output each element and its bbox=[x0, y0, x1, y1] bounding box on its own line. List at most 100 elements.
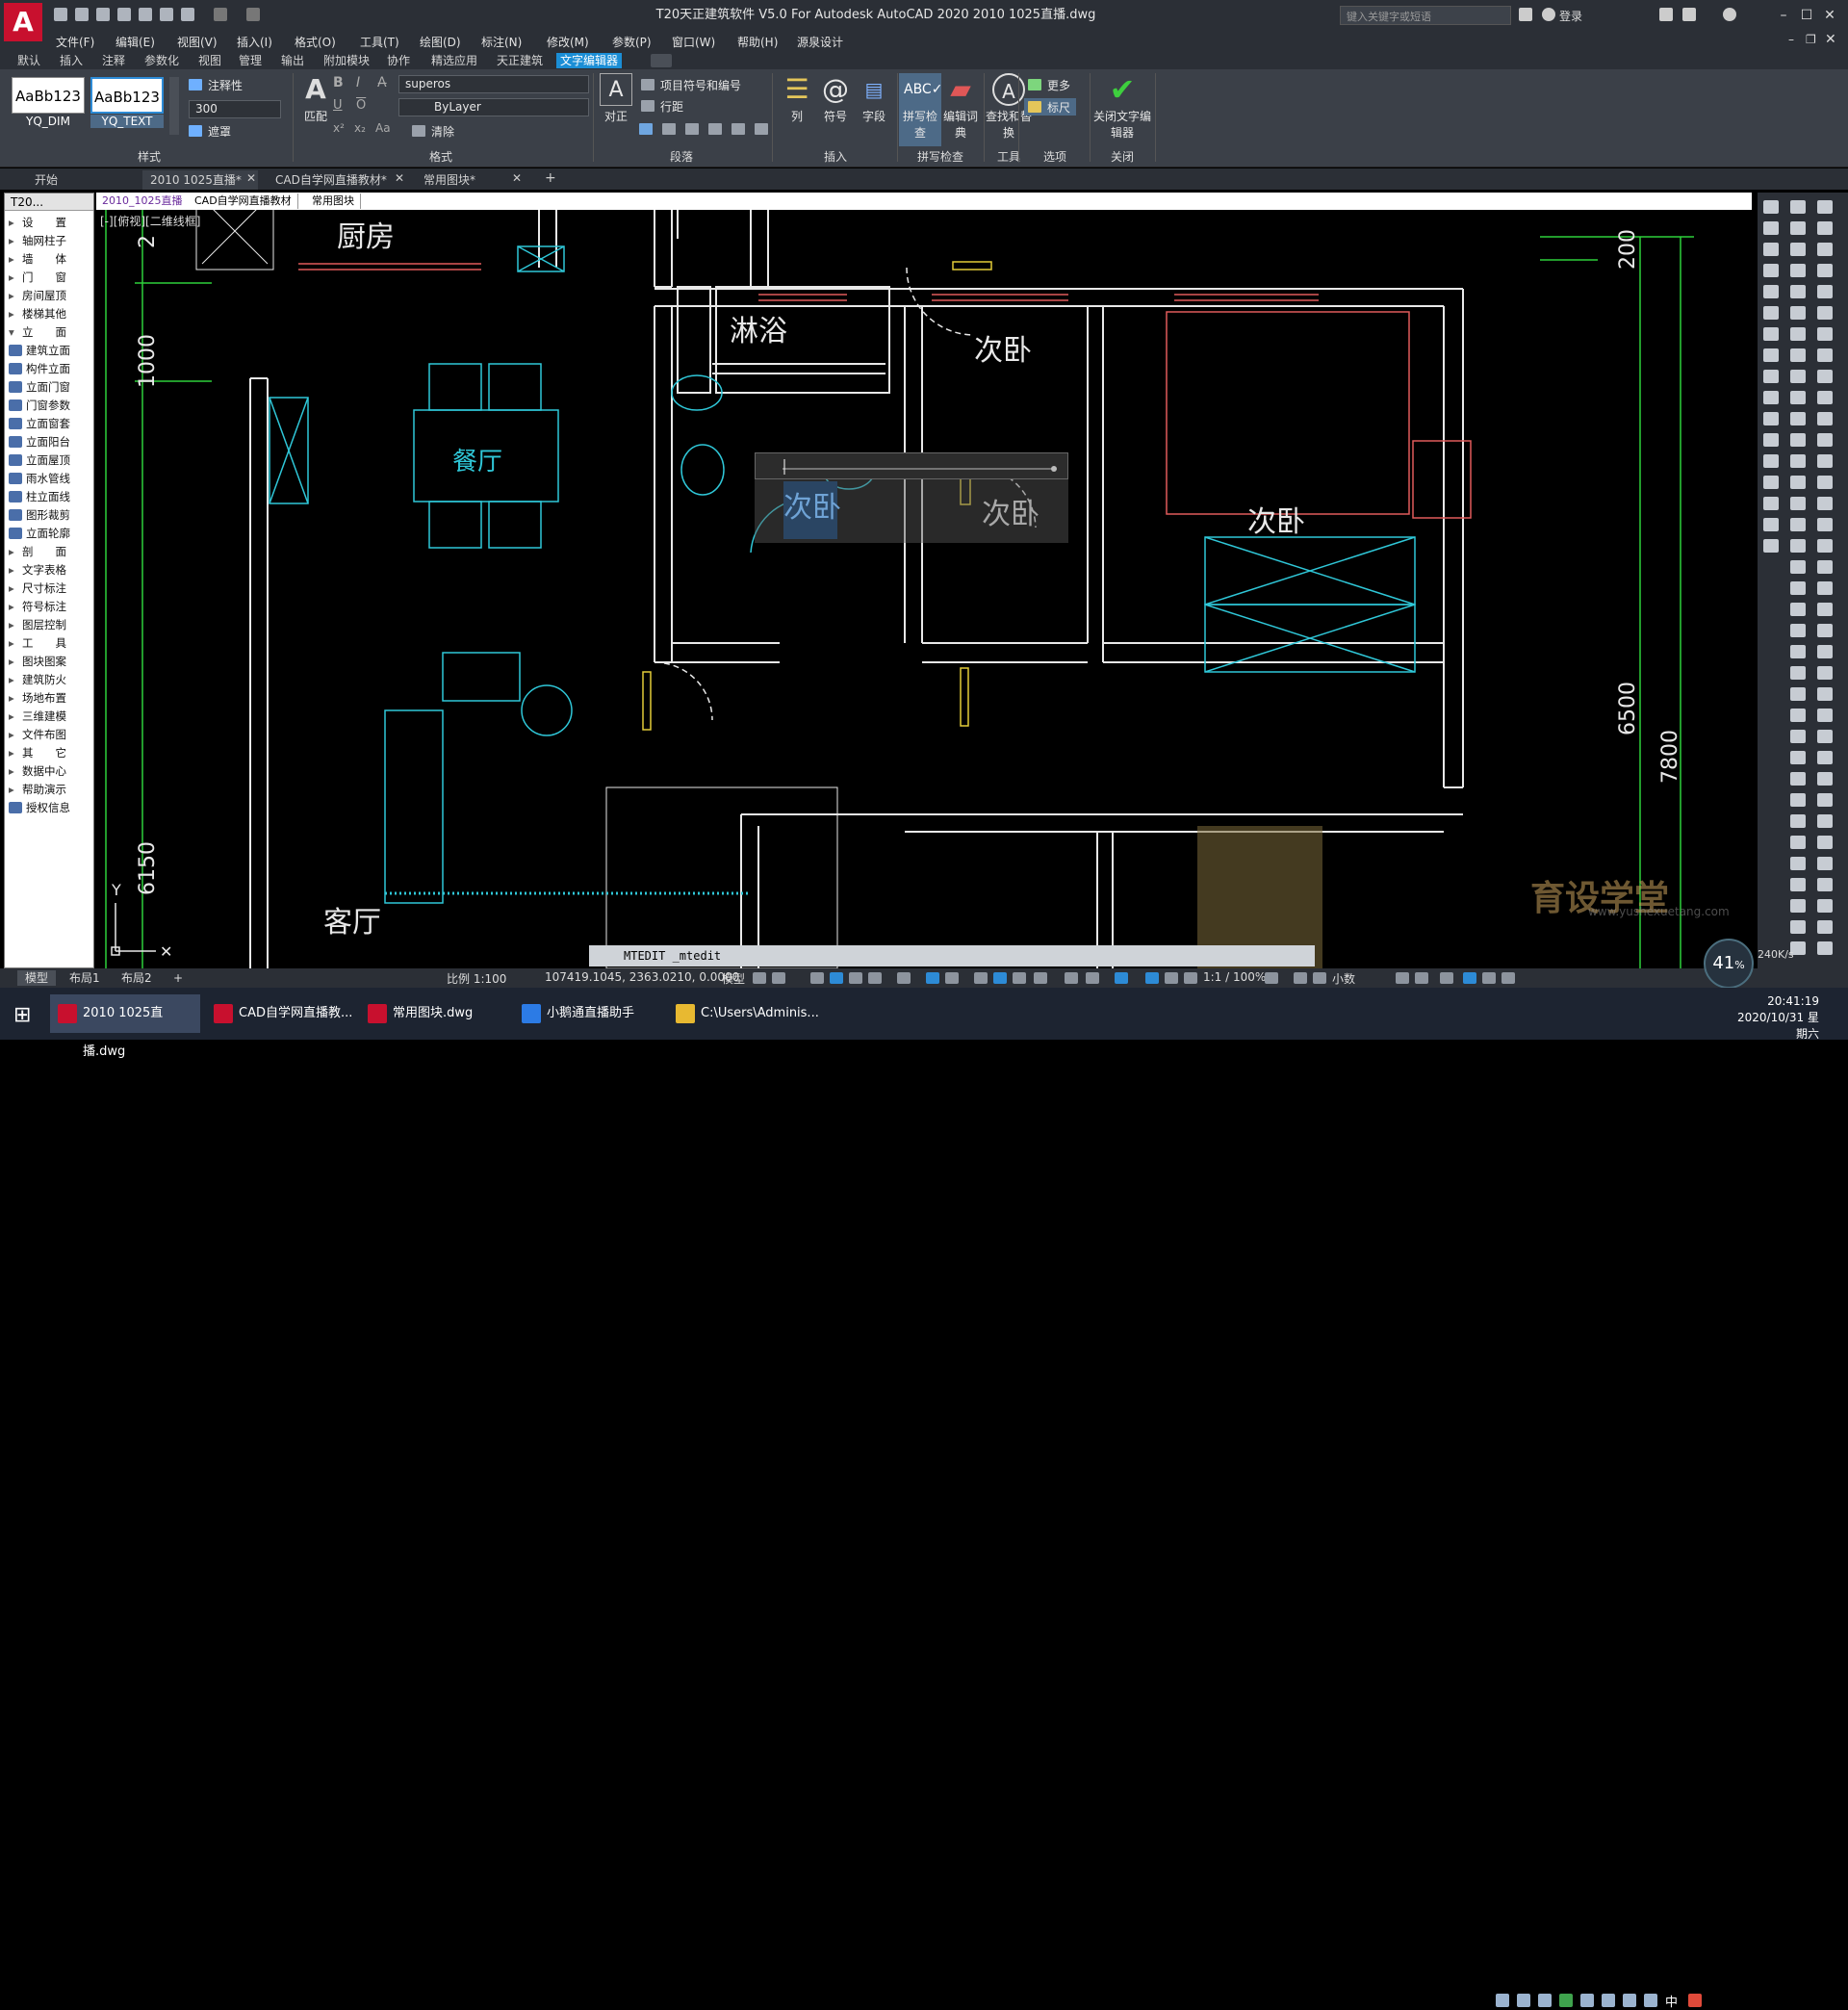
tool-icon[interactable] bbox=[1790, 433, 1806, 447]
palette-item[interactable]: ▸ 三维建模 bbox=[9, 709, 66, 725]
menu-yuanquan[interactable]: 源泉设计 bbox=[797, 34, 843, 50]
a360-icon[interactable] bbox=[1682, 8, 1696, 21]
tray-icon[interactable] bbox=[1496, 1994, 1509, 2007]
close-button[interactable]: ✕ bbox=[1819, 6, 1840, 25]
field-button[interactable]: ▤ 字段 bbox=[853, 73, 895, 146]
tool-icon[interactable] bbox=[1790, 730, 1806, 743]
more-button[interactable]: 更多 bbox=[1047, 77, 1070, 93]
underline-icon[interactable]: U bbox=[333, 98, 343, 113]
palette-item[interactable]: ▸ 符号标注 bbox=[9, 599, 66, 615]
doc-tab-start[interactable]: 开始 bbox=[27, 170, 65, 190]
tool-icon[interactable] bbox=[1763, 327, 1779, 341]
windows-start-icon[interactable]: ⊞ bbox=[13, 1003, 31, 1027]
search-input[interactable]: 键入关键字或短语 bbox=[1340, 6, 1511, 25]
tool-icon[interactable] bbox=[1817, 243, 1833, 256]
tab-collaborate[interactable]: 协作 bbox=[383, 53, 414, 68]
doc-tab-blocks[interactable]: 常用图块* bbox=[416, 170, 483, 190]
tab-layout1[interactable]: 布局1 bbox=[62, 970, 108, 986]
clear-button[interactable]: 清除 bbox=[431, 123, 454, 140]
tool-icon[interactable] bbox=[1790, 285, 1806, 298]
tool-icon[interactable] bbox=[1790, 412, 1806, 425]
tab-view[interactable]: 视图 bbox=[194, 53, 225, 68]
tool-icon[interactable] bbox=[1790, 666, 1806, 680]
tab-annotate[interactable]: 注释 bbox=[98, 53, 129, 68]
mask-button[interactable]: 遮罩 bbox=[208, 123, 231, 140]
tool-icon[interactable] bbox=[1763, 243, 1779, 256]
tool-icon[interactable] bbox=[1790, 539, 1806, 553]
palette-item[interactable]: ▸ 数据中心 bbox=[9, 763, 66, 780]
menu-help[interactable]: 帮助(H) bbox=[737, 34, 778, 50]
tool-icon[interactable] bbox=[1817, 624, 1833, 637]
tool-icon[interactable] bbox=[1790, 751, 1806, 764]
palette-item[interactable]: ▸ 文字表格 bbox=[9, 562, 66, 579]
subscript-icon[interactable]: x₂ bbox=[354, 121, 366, 135]
annotation-monitor-icon[interactable] bbox=[1294, 972, 1307, 984]
sogou-icon[interactable] bbox=[1688, 1994, 1702, 2007]
close-tab-icon[interactable]: ✕ bbox=[395, 171, 404, 185]
tool-icon[interactable] bbox=[1817, 221, 1833, 235]
tool-icon[interactable] bbox=[1817, 539, 1833, 553]
tab-insert[interactable]: 插入 bbox=[56, 53, 87, 68]
palette-item[interactable]: ▸ 工 具 bbox=[9, 635, 66, 652]
tool-icon[interactable] bbox=[1790, 221, 1806, 235]
polar-icon[interactable] bbox=[868, 972, 882, 984]
object-snap-tracking-icon[interactable] bbox=[926, 972, 939, 984]
color-combo[interactable]: ByLayer bbox=[398, 98, 589, 116]
line-spacing-button[interactable]: 行距 bbox=[660, 98, 683, 115]
tab-parametric[interactable]: 参数化 bbox=[141, 53, 183, 68]
undo-icon[interactable] bbox=[214, 8, 227, 21]
palette-item[interactable]: ▸ 图层控制 bbox=[9, 617, 66, 633]
new-tab-icon[interactable]: + bbox=[545, 170, 556, 186]
snap-icon[interactable] bbox=[772, 972, 785, 984]
command-line[interactable]: MTEDIT _mtedit bbox=[589, 945, 1315, 966]
menu-tools[interactable]: 工具(T) bbox=[360, 34, 399, 50]
close-tab-icon[interactable]: ✕ bbox=[512, 171, 522, 185]
print-preview-icon[interactable] bbox=[139, 8, 152, 21]
tool-icon[interactable] bbox=[1790, 348, 1806, 362]
redo-icon[interactable] bbox=[246, 8, 260, 21]
tool-icon[interactable] bbox=[1790, 836, 1806, 849]
security-icon[interactable] bbox=[1517, 1994, 1530, 2007]
tool-icon[interactable] bbox=[1817, 920, 1833, 934]
tool-icon[interactable] bbox=[1763, 518, 1779, 531]
tool-icon[interactable] bbox=[1790, 709, 1806, 722]
style-scroll[interactable] bbox=[169, 77, 179, 135]
tool-icon[interactable] bbox=[1763, 412, 1779, 425]
align-left-icon[interactable] bbox=[639, 123, 653, 135]
nvidia-icon[interactable] bbox=[1559, 1994, 1573, 2007]
tool-icon[interactable] bbox=[1790, 920, 1806, 934]
tool-icon[interactable] bbox=[1817, 327, 1833, 341]
tool-icon[interactable] bbox=[1817, 730, 1833, 743]
tool-icon[interactable] bbox=[1817, 709, 1833, 722]
tool-icon[interactable] bbox=[1763, 370, 1779, 383]
tool-icon[interactable] bbox=[1790, 370, 1806, 383]
print-icon[interactable] bbox=[181, 8, 194, 21]
style-preview-yq-text[interactable]: AaBb123 bbox=[90, 77, 164, 114]
plot-icon[interactable] bbox=[160, 8, 173, 21]
taskbar-item[interactable]: 常用图块.dwg bbox=[360, 994, 508, 1033]
menu-insert[interactable]: 插入(I) bbox=[237, 34, 272, 50]
dynamic-ucs-icon[interactable] bbox=[1065, 972, 1078, 984]
palette-item[interactable]: 立面门窗 bbox=[9, 379, 70, 396]
palette-item[interactable]: ▸ 场地布置 bbox=[9, 690, 66, 707]
tool-icon[interactable] bbox=[1790, 793, 1806, 807]
overline-icon[interactable]: O bbox=[356, 98, 366, 113]
tab-featured-apps[interactable]: 精选应用 bbox=[427, 53, 481, 68]
menu-format[interactable]: 格式(O) bbox=[295, 34, 336, 50]
palette-item[interactable]: ▸ 图块图案 bbox=[9, 654, 66, 670]
quick-properties-icon[interactable] bbox=[1396, 972, 1409, 984]
new-icon[interactable] bbox=[54, 8, 67, 21]
style-preview-yq-dim[interactable]: AaBb123 bbox=[12, 77, 85, 114]
scale-display[interactable]: 比例 1:100 bbox=[447, 970, 506, 987]
tool-icon[interactable] bbox=[1763, 391, 1779, 404]
tool-icon[interactable] bbox=[1790, 243, 1806, 256]
menu-file[interactable]: 文件(F) bbox=[56, 34, 94, 50]
tool-icon[interactable] bbox=[1763, 221, 1779, 235]
subtab-course[interactable]: CAD自学网直播教材 bbox=[189, 193, 298, 209]
binoculars-icon[interactable] bbox=[1519, 8, 1532, 21]
network-icon[interactable] bbox=[1644, 1994, 1657, 2007]
tool-icon[interactable] bbox=[1790, 200, 1806, 214]
login-link[interactable]: 登录 bbox=[1559, 8, 1582, 24]
tool-icon[interactable] bbox=[1817, 370, 1833, 383]
tool-icon[interactable] bbox=[1817, 772, 1833, 786]
